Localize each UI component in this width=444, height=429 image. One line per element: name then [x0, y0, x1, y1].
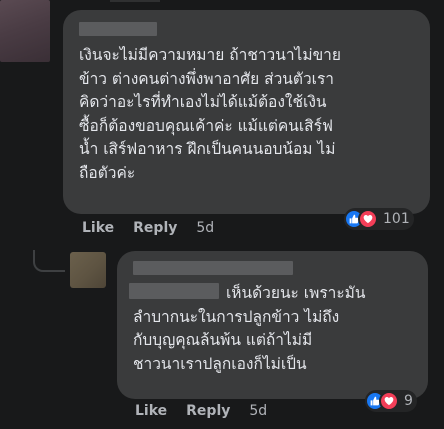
avatar[interactable]	[0, 0, 50, 62]
timestamp[interactable]: 5d	[249, 403, 267, 419]
comment-thread: เงินจะไม่มีความหมาย ถ้าชาวนาไม่ขาย ข้าว …	[0, 0, 444, 429]
love-icon	[379, 391, 399, 411]
reply-line: เห็นด้วยนะ เพราะมัน	[226, 284, 366, 302]
reaction-summary[interactable]: 101	[344, 208, 414, 230]
reply-text: เห็นด้วยนะ เพราะมัน ลำบากนะในการปลูกข้าว…	[133, 282, 423, 376]
reply-actions: Like Reply 5d	[135, 403, 267, 419]
comment-text: เงินจะไม่มีความหมาย ถ้าชาวนาไม่ขาย ข้าว …	[79, 44, 424, 185]
comment-line: น้ำ เสิร์ฟอาหาร ฝึกเป็นคนนอบน้อม ไม่	[79, 140, 336, 158]
reaction-summary[interactable]: 9	[365, 390, 417, 412]
like-button[interactable]: Like	[82, 220, 114, 236]
avatar[interactable]	[70, 252, 106, 288]
comment-line: ถือตัวค่ะ	[79, 163, 136, 182]
timestamp[interactable]: 5d	[196, 220, 214, 236]
reply-line: ชาวนาเราปลูกเองก็ไม่เป็น	[133, 354, 307, 373]
love-icon	[358, 209, 378, 229]
like-button[interactable]: Like	[135, 403, 167, 419]
reply-button[interactable]: Reply	[186, 403, 230, 419]
reply-line: ลำบากนะในการปลูกข้าว ไม่ถึง	[133, 307, 340, 326]
thread-connector	[33, 250, 65, 272]
comment-bubble: เงินจะไม่มีความหมาย ถ้าชาวนาไม่ขาย ข้าว …	[63, 10, 430, 214]
redacted-name[interactable]	[133, 261, 293, 275]
comment-actions: Like Reply 5d	[82, 220, 214, 236]
reply-line: กับบุญคุณล้นพ้น แต่ถ้าไม่มี	[133, 331, 313, 349]
reply-bubble: เห็นด้วยนะ เพราะมัน ลำบากนะในการปลูกข้าว…	[117, 251, 428, 399]
comment-line: ข้าว ต่างคนต่างพึ่งพาอาศัย ส่วนตัวเรา	[79, 69, 334, 88]
comment-line: คิดว่าอะไรที่ทำเองไม่ได้แม้ต้องใช้เงิน	[79, 93, 327, 111]
divider	[110, 0, 160, 2]
redacted-name[interactable]	[79, 22, 157, 36]
comment-line: เงินจะไม่มีความหมาย ถ้าชาวนาไม่ขาย	[79, 46, 341, 64]
reply-button[interactable]: Reply	[133, 220, 177, 236]
reaction-count: 9	[404, 393, 413, 409]
comment-line: ซื้อก็ต้องขอบคุณเค้าค่ะ แม้แต่คนเสิร์ฟ	[79, 116, 333, 135]
reaction-count: 101	[383, 211, 410, 227]
